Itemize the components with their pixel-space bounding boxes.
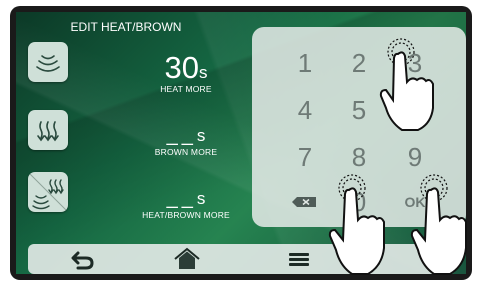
heat-brown-more-label: HEAT/BROWN MORE [142,210,230,220]
heat-brown-more-value[interactable]: __s HEAT/BROWN MORE [126,187,246,220]
heat-more-label: HEAT MORE [160,84,212,94]
menu-icon [289,253,309,266]
heat-waves-icon [36,55,60,72]
back-icon [71,251,94,270]
heat-more-value[interactable]: 30s HEAT MORE [126,50,246,95]
key-1[interactable]: 1 [279,43,331,83]
heat-brown-combined-icon [29,173,67,211]
heat-brown-more-button[interactable] [28,172,68,212]
heat-brown-more-seconds: __ [166,187,197,209]
back-button[interactable] [68,247,98,271]
home-icon [174,247,200,269]
bottom-navigation-bar [28,244,456,274]
pointing-hand-icon-2 [328,174,385,275]
heat-more-button[interactable] [28,42,68,82]
key-4[interactable]: 4 [279,90,331,130]
brown-more-label: BROWN MORE [154,147,218,157]
brown-more-button[interactable] [28,110,68,150]
heat-brown-more-unit: s [196,189,206,208]
brown-more-unit: s [196,126,206,145]
menu-button[interactable] [285,247,315,271]
brown-arrows-icon [37,121,59,142]
heat-more-seconds: 30 [164,50,199,85]
pointing-hand-icon [379,38,434,131]
home-button[interactable] [172,247,202,271]
pointing-hand-icon-3 [410,174,467,275]
brown-more-value[interactable]: __s BROWN MORE [126,124,246,157]
page-title: EDIT HEAT/BROWN [70,20,182,34]
heat-more-unit: s [198,63,208,82]
brown-more-seconds: __ [166,124,197,146]
